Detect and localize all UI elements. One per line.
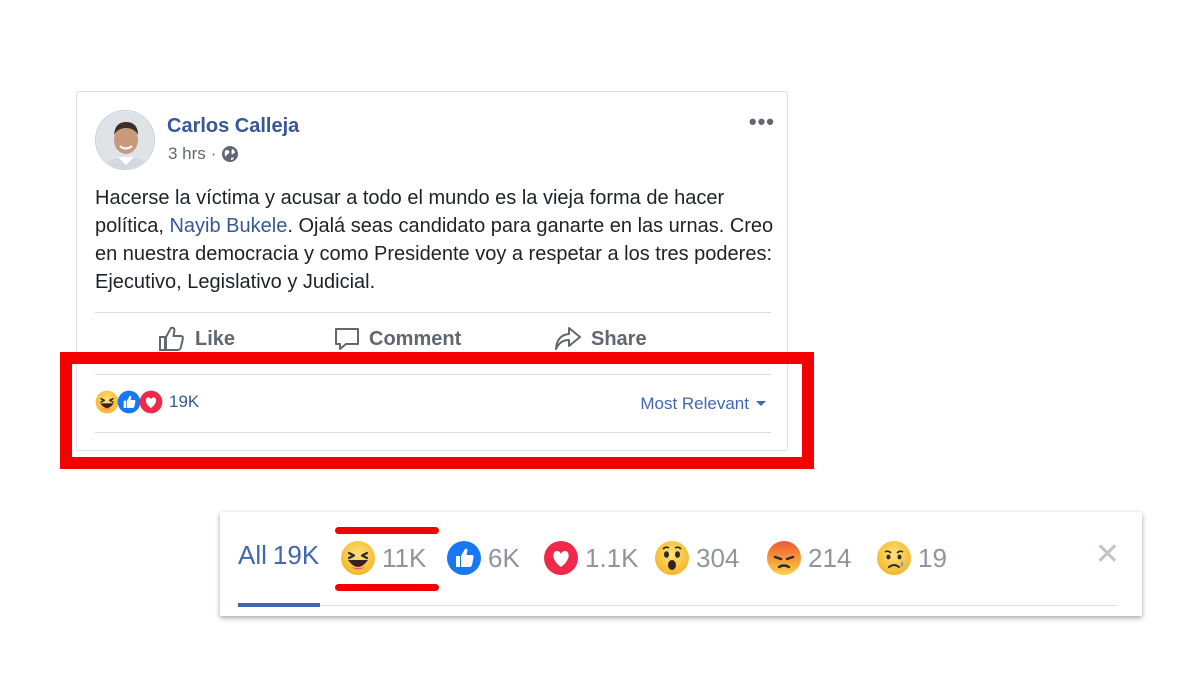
comment-label: Comment — [369, 327, 462, 350]
share-icon — [555, 327, 581, 350]
divider — [95, 312, 771, 313]
tab-like[interactable]: 6K — [446, 540, 520, 576]
comment-button[interactable]: Comment — [333, 325, 461, 353]
haha-reaction-icon — [340, 540, 376, 576]
highlight-annotation-line-bottom — [335, 584, 439, 591]
tab-bar-divider — [238, 605, 1118, 606]
tab-angry[interactable]: 214 — [766, 540, 851, 576]
highlight-annotation-line-top — [335, 527, 439, 534]
tab-love-count: 1.1K — [585, 542, 639, 573]
wow-reaction-icon — [654, 540, 690, 576]
tab-like-count: 6K — [488, 542, 520, 573]
close-icon[interactable]: ✕ — [1095, 540, 1120, 570]
highlight-annotation-box — [60, 352, 814, 469]
tab-sad-count: 19 — [918, 542, 947, 573]
sad-reaction-icon — [876, 540, 912, 576]
love-reaction-icon — [543, 540, 579, 576]
mention-link[interactable]: Nayib Bukele — [169, 215, 287, 237]
globe-icon[interactable] — [221, 145, 239, 163]
avatar-photo — [96, 111, 154, 169]
like-reaction-icon — [446, 540, 482, 576]
tab-all-count: 19K — [272, 540, 320, 570]
tab-all[interactable]: All 19K — [238, 540, 319, 571]
tab-wow[interactable]: 304 — [654, 540, 739, 576]
share-button[interactable]: Share — [553, 325, 647, 353]
more-options-icon[interactable]: ••• — [749, 111, 775, 133]
tab-haha[interactable]: 11K — [340, 540, 426, 576]
active-tab-indicator — [238, 603, 320, 607]
like-button[interactable]: Like — [157, 325, 235, 353]
post-time[interactable]: 3 hrs — [168, 144, 206, 164]
tab-all-label: All — [238, 540, 267, 570]
avatar[interactable] — [95, 110, 155, 170]
tab-sad[interactable]: 19 — [876, 540, 947, 576]
tab-haha-count: 11K — [382, 542, 427, 573]
author-name[interactable]: Carlos Calleja — [167, 115, 299, 138]
thumbs-up-icon — [159, 326, 184, 351]
post-meta: 3 hrs · — [168, 144, 239, 164]
tab-wow-count: 304 — [696, 542, 740, 573]
post-text: Hacerse la víctima y acusar a todo el mu… — [95, 184, 775, 296]
tab-angry-count: 214 — [808, 542, 852, 573]
angry-reaction-icon — [766, 540, 802, 576]
tab-love[interactable]: 1.1K — [543, 540, 639, 576]
like-label: Like — [195, 327, 236, 350]
meta-separator: · — [210, 144, 217, 163]
share-label: Share — [591, 327, 647, 350]
comment-icon — [335, 328, 359, 350]
